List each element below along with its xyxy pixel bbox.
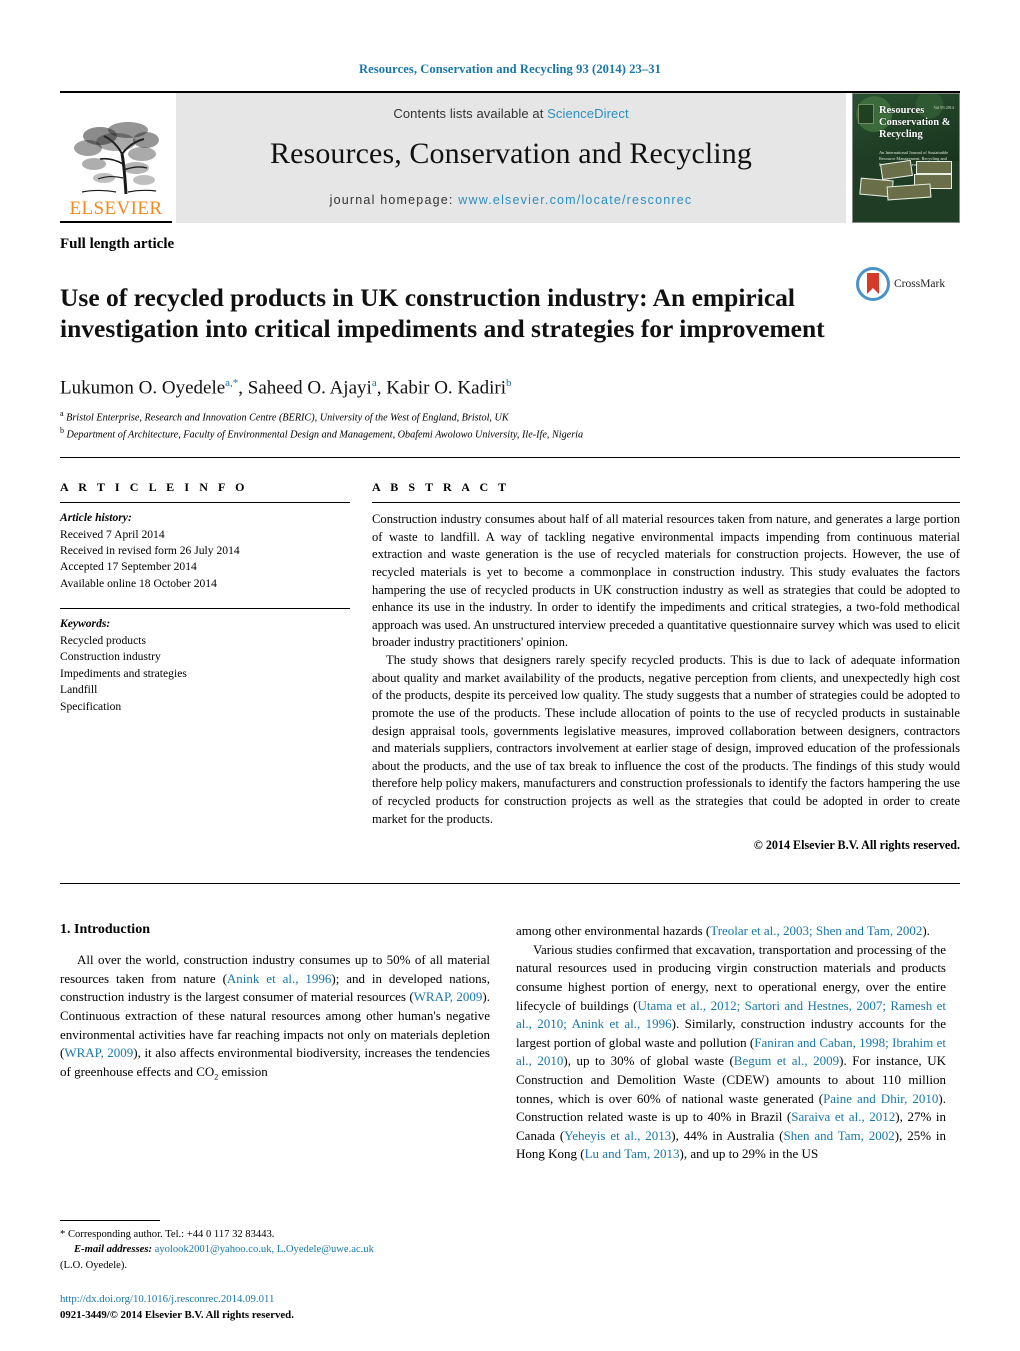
abstract-paragraph: The study shows that designers rarely sp…: [372, 653, 960, 826]
article-history-block: Article history: Received 7 April 2014 R…: [60, 510, 350, 592]
keyword-item: Construction industry: [60, 650, 161, 664]
footnote-block: * Corresponding author. Tel.: +44 0 117 …: [60, 1219, 490, 1273]
elsevier-tree-icon: [74, 122, 159, 195]
elsevier-wordmark: ELSEVIER: [69, 198, 163, 219]
sciencedirect-link[interactable]: ScienceDirect: [547, 106, 629, 121]
article-info-rule: [60, 502, 350, 504]
author-list: Lukumon O. Oyedelea,*, Saheed O. Ajayia,…: [60, 377, 512, 399]
abstract-paragraph: Construction industry consumes about hal…: [372, 512, 960, 650]
crossmark-icon: [856, 267, 890, 301]
corresponding-author-note: * Corresponding author. Tel.: +44 0 117 …: [60, 1227, 490, 1273]
crossmark-label: CrossMark: [894, 278, 946, 290]
journal-title: Resources, Conservation and Recycling: [270, 137, 752, 170]
contents-line: Contents lists available at ScienceDirec…: [393, 106, 628, 121]
article-title: Use of recycled products in UK construct…: [60, 283, 825, 344]
cover-photo-collage: [858, 159, 954, 214]
history-item: Available online 18 October 2014: [60, 576, 217, 590]
info-abstract-block: A R T I C L E I N F O Article history: R…: [60, 480, 960, 853]
affiliation-text: Department of Architecture, Faculty of E…: [66, 429, 584, 441]
contents-prefix: Contents lists available at: [393, 106, 548, 121]
corresponding-author-line: * Corresponding author. Tel.: +44 0 117 …: [60, 1228, 275, 1240]
cover-title: Resources Conservation & Recycling: [879, 105, 951, 140]
journal-homepage-line: journal homepage: www.elsevier.com/locat…: [330, 193, 693, 207]
affiliation-text: Bristol Enterprise, Research and Innovat…: [66, 412, 509, 424]
body-paragraph: Various studies confirmed that excavatio…: [516, 941, 946, 1162]
keywords-label: Keywords:: [60, 617, 111, 631]
body-column-left: 1. Introduction All over the world, cons…: [60, 922, 490, 1164]
homepage-url-link[interactable]: www.elsevier.com/locate/resconrec: [458, 193, 692, 207]
issn-copyright-line: 0921-3449/© 2014 Elsevier B.V. All right…: [60, 1308, 294, 1321]
affiliations: a Bristol Enterprise, Research and Innov…: [60, 408, 960, 443]
article-info-heading: A R T I C L E I N F O: [60, 480, 249, 495]
keyword-item: Specification: [60, 699, 122, 713]
cover-photo: [886, 183, 932, 201]
affiliation-a: a Bristol Enterprise, Research and Innov…: [60, 408, 960, 426]
section-divider-bottom: [60, 883, 960, 885]
abstract-heading: A B S T R A C T: [372, 480, 510, 495]
email-label: E-mail addresses:: [74, 1244, 152, 1256]
keyword-item: Recycled products: [60, 633, 146, 647]
doi-link[interactable]: http://dx.doi.org/10.1016/j.resconrec.20…: [60, 1291, 490, 1307]
email-owner: (L.O. Oyedele).: [60, 1259, 128, 1271]
history-item: Received 7 April 2014: [60, 527, 165, 541]
history-item: Received in revised form 26 July 2014: [60, 543, 240, 557]
affiliation-b: b Department of Architecture, Faculty of…: [60, 425, 960, 443]
abstract-body: Construction industry consumes about hal…: [372, 511, 960, 828]
article-page: Resources, Conservation and Recycling 93…: [0, 0, 1020, 1351]
cover-photo: [880, 159, 913, 180]
affiliation-marker: b: [60, 426, 64, 436]
article-info-column: A R T I C L E I N F O Article history: R…: [60, 480, 350, 853]
keyword-item: Impediments and strategies: [60, 666, 187, 680]
footnote-rule: [60, 1219, 160, 1221]
doi-block: http://dx.doi.org/10.1016/j.resconrec.20…: [60, 1291, 490, 1323]
introduction-text-right: among other environmental hazards (Treol…: [516, 922, 946, 1164]
body-columns: 1. Introduction All over the world, cons…: [60, 922, 960, 1164]
keywords-rule: [60, 608, 350, 610]
abstract-column: A B S T R A C T Construction industry co…: [372, 480, 960, 853]
crossmark-badge[interactable]: CrossMark: [856, 267, 960, 301]
journal-cover-thumbnail: Vol 93 2014 Resources Conservation & Rec…: [852, 93, 960, 223]
section-divider-top: [60, 457, 960, 459]
article-history-label: Article history:: [60, 511, 132, 525]
running-head: Resources, Conservation and Recycling 93…: [359, 62, 661, 76]
cover-photo: [915, 160, 953, 175]
journal-masthead: ELSEVIER Contents lists available at Sci…: [60, 91, 960, 223]
history-item: Accepted 17 September 2014: [60, 560, 197, 574]
article-type-label: Full length article: [60, 236, 175, 252]
body-column-right: among other environmental hazards (Treol…: [516, 922, 946, 1164]
copyright-line: © 2014 Elsevier B.V. All rights reserved…: [753, 838, 960, 853]
introduction-text-left: All over the world, construction industr…: [60, 951, 490, 1083]
email-links[interactable]: ayolook2001@yahoo.co.uk, L.Oyedele@uwe.a…: [155, 1244, 374, 1255]
body-paragraph: among other environmental hazards (Treol…: [516, 923, 930, 939]
cover-elsevier-mark: [858, 104, 874, 124]
keywords-block: Keywords: Recycled products Construction…: [60, 616, 350, 715]
keyword-item: Landfill: [60, 683, 98, 697]
elsevier-logo: ELSEVIER: [60, 93, 172, 223]
journal-banner: Contents lists available at ScienceDirec…: [176, 93, 846, 223]
email-line: E-mail addresses: ayolook2001@yahoo.co.u…: [60, 1242, 490, 1257]
affiliation-marker: a: [60, 408, 64, 418]
section-heading-introduction: 1. Introduction: [60, 922, 150, 938]
homepage-prefix: journal homepage:: [329, 193, 459, 207]
abstract-rule: [372, 502, 960, 504]
body-paragraph: All over the world, construction industr…: [60, 952, 490, 1082]
title-row: Use of recycled products in UK construct…: [60, 265, 960, 361]
